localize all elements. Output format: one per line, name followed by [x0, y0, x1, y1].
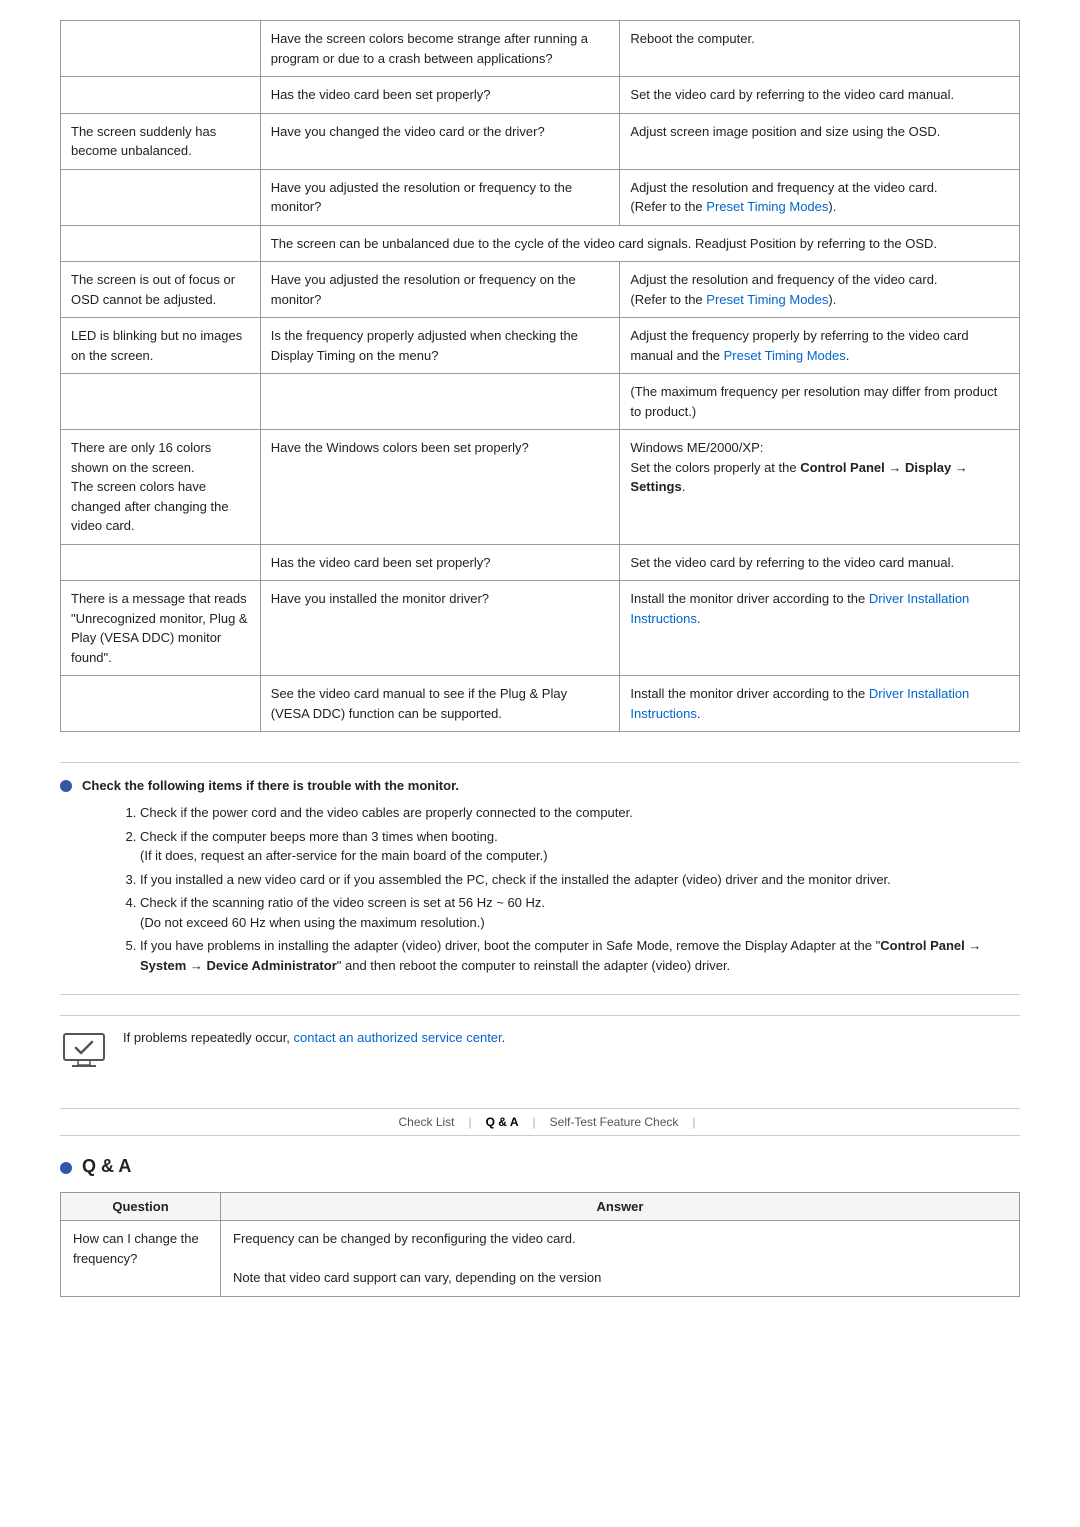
qa-col-question: Question: [61, 1193, 221, 1221]
nav-sep-3: |: [692, 1115, 695, 1129]
symptom-cell: [61, 21, 261, 77]
qa-title: Q & A: [82, 1156, 131, 1177]
symptom-cell: The screen suddenly has become unbalance…: [61, 113, 261, 169]
qa-row-1: How can I change the frequency? Frequenc…: [61, 1221, 1020, 1297]
check-header-text: Check the following items if there is tr…: [82, 778, 459, 793]
check-item-4: Check if the scanning ratio of the video…: [140, 893, 1020, 932]
check-item-5: If you have problems in installing the a…: [140, 936, 1020, 975]
check-section: Check the following items if there is tr…: [60, 762, 1020, 995]
page-container: Have the screen colors become strange af…: [0, 0, 1080, 1327]
solution-cell: Windows ME/2000/XP:Set the colors proper…: [620, 430, 1020, 545]
note-cell: The screen can be unbalanced due to the …: [260, 225, 1019, 262]
solution-cell: Reboot the computer.: [620, 21, 1020, 77]
qa-header-row: Question Answer: [61, 1193, 1020, 1221]
check-cell: Have you adjusted the resolution or freq…: [260, 169, 620, 225]
warning-icon: [60, 1028, 108, 1076]
symptom-cell: [61, 77, 261, 114]
check-header: Check the following items if there is tr…: [60, 778, 1020, 793]
tab-self-test[interactable]: Self-Test Feature Check: [536, 1115, 693, 1129]
preset-timing-link3[interactable]: Preset Timing Modes: [724, 348, 846, 363]
warning-text-after: .: [502, 1030, 506, 1045]
table-row: There is a message that reads "Unrecogni…: [61, 581, 1020, 676]
check-list: Check if the power cord and the video ca…: [60, 803, 1020, 975]
table-row: (The maximum frequency per resolution ma…: [61, 374, 1020, 430]
check-cell: Have the Windows colors been set properl…: [260, 430, 620, 545]
qa-col-answer: Answer: [221, 1193, 1020, 1221]
symptom-cell: [61, 169, 261, 225]
warning-text-before: If problems repeatedly occur,: [123, 1030, 294, 1045]
check-cell: See the video card manual to see if the …: [260, 676, 620, 732]
qa-table: Question Answer How can I change the fre…: [60, 1192, 1020, 1297]
qa-question-1: How can I change the frequency?: [61, 1221, 221, 1297]
symptom-cell: There are only 16 colors shown on the sc…: [61, 430, 261, 545]
driver-install-link[interactable]: Driver Installation Instructions: [630, 591, 969, 626]
symptom-cell: [61, 225, 261, 262]
symptom-cell: The screen is out of focus or OSD cannot…: [61, 262, 261, 318]
service-center-link[interactable]: contact an authorized service center: [294, 1030, 502, 1045]
table-row: See the video card manual to see if the …: [61, 676, 1020, 732]
check-cell: Have you installed the monitor driver?: [260, 581, 620, 676]
table-row: The screen can be unbalanced due to the …: [61, 225, 1020, 262]
tab-check-list[interactable]: Check List: [384, 1115, 468, 1129]
check-cell: Is the frequency properly adjusted when …: [260, 318, 620, 374]
table-row: Have the screen colors become strange af…: [61, 21, 1020, 77]
symptom-cell: There is a message that reads "Unrecogni…: [61, 581, 261, 676]
preset-timing-link2[interactable]: Preset Timing Modes: [706, 292, 828, 307]
solution-cell: (The maximum frequency per resolution ma…: [620, 374, 1020, 430]
table-row: LED is blinking but no images on the scr…: [61, 318, 1020, 374]
table-row: The screen is out of focus or OSD cannot…: [61, 262, 1020, 318]
table-row: There are only 16 colors shown on the sc…: [61, 430, 1020, 545]
solution-cell: Install the monitor driver according to …: [620, 581, 1020, 676]
solution-cell: Adjust screen image position and size us…: [620, 113, 1020, 169]
troubleshooting-table: Have the screen colors become strange af…: [60, 20, 1020, 732]
solution-cell: Install the monitor driver according to …: [620, 676, 1020, 732]
check-cell: Have you adjusted the resolution or freq…: [260, 262, 620, 318]
qa-table-head: Question Answer: [61, 1193, 1020, 1221]
symptom-cell: [61, 374, 261, 430]
solution-cell: Set the video card by referring to the v…: [620, 77, 1020, 114]
table-row: The screen suddenly has become unbalance…: [61, 113, 1020, 169]
check-item-3: If you installed a new video card or if …: [140, 870, 1020, 890]
qa-bullet-icon: [60, 1162, 72, 1174]
preset-timing-link[interactable]: Preset Timing Modes: [706, 199, 828, 214]
table-row: Have you adjusted the resolution or freq…: [61, 169, 1020, 225]
tab-qa[interactable]: Q & A: [472, 1115, 533, 1129]
check-cell: Have the screen colors become strange af…: [260, 21, 620, 77]
check-cell: Have you changed the video card or the d…: [260, 113, 620, 169]
nav-tabs: Check List | Q & A | Self-Test Feature C…: [60, 1108, 1020, 1136]
symptom-cell: [61, 676, 261, 732]
check-item-1: Check if the power cord and the video ca…: [140, 803, 1020, 823]
check-items: Check if the power cord and the video ca…: [120, 803, 1020, 975]
qa-answer-1: Frequency can be changed by reconfigurin…: [221, 1221, 1020, 1297]
qa-header: Q & A: [60, 1156, 1020, 1177]
bullet-icon: [60, 780, 72, 792]
table-row: Has the video card been set properly? Se…: [61, 544, 1020, 581]
check-cell: Has the video card been set properly?: [260, 544, 620, 581]
check-cell: Has the video card been set properly?: [260, 77, 620, 114]
solution-cell: Adjust the resolution and frequency at t…: [620, 169, 1020, 225]
solution-cell: Adjust the resolution and frequency of t…: [620, 262, 1020, 318]
solution-cell: Adjust the frequency properly by referri…: [620, 318, 1020, 374]
check-item-2: Check if the computer beeps more than 3 …: [140, 827, 1020, 866]
check-cell: [260, 374, 620, 430]
warning-text: If problems repeatedly occur, contact an…: [123, 1028, 505, 1049]
solution-cell: Set the video card by referring to the v…: [620, 544, 1020, 581]
warning-box: If problems repeatedly occur, contact an…: [60, 1015, 1020, 1088]
qa-table-body: How can I change the frequency? Frequenc…: [61, 1221, 1020, 1297]
symptom-cell: LED is blinking but no images on the scr…: [61, 318, 261, 374]
table-row: Has the video card been set properly? Se…: [61, 77, 1020, 114]
warning-svg: [60, 1028, 108, 1076]
driver-install-link2[interactable]: Driver Installation Instructions: [630, 686, 969, 721]
symptom-cell: [61, 544, 261, 581]
